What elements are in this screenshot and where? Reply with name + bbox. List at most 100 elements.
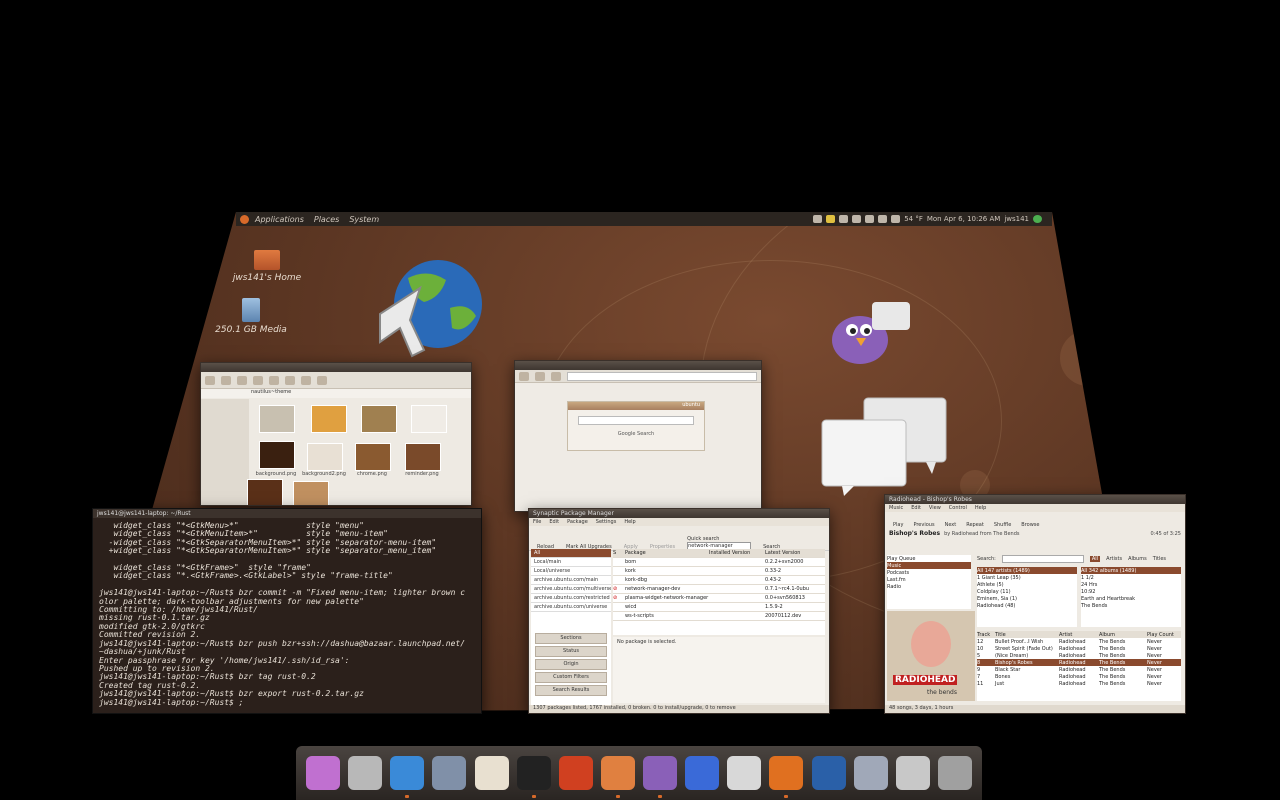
terminal-output[interactable]: widget_class "*<GtkMenu>*" style "menu" … [93, 518, 481, 711]
status-button[interactable]: Status [535, 646, 607, 657]
album-item[interactable]: The Bends [1081, 602, 1181, 609]
track-row[interactable]: 8 Bishop's Robes Radiohead The Bends Never [977, 659, 1181, 666]
next-button[interactable]: Next [945, 522, 957, 528]
sources-list[interactable]: All Local/main Local/universe archive.ub… [531, 549, 611, 705]
dock-web-browser-icon[interactable] [390, 756, 425, 798]
file-thumbnail[interactable] [247, 479, 283, 505]
source-item[interactable]: archive.ubuntu.com/multiverse [531, 585, 611, 594]
menu-package[interactable]: Package [567, 519, 588, 525]
clock[interactable]: Mon Apr 6, 10:26 AM [927, 215, 1000, 223]
computer-icon[interactable] [301, 375, 311, 385]
column-header[interactable]: Package [625, 550, 709, 556]
back-icon[interactable] [519, 371, 529, 381]
source-item[interactable]: archive.ubuntu.com/restricted [531, 594, 611, 603]
source-item[interactable]: Local/main [531, 558, 611, 567]
keyboard-icon[interactable] [813, 215, 823, 223]
terminal-title[interactable]: jws141@jws141-laptop: ~/Rust [93, 509, 481, 518]
browser-window[interactable]: ubuntu Google Search [514, 360, 762, 512]
album-item[interactable]: 1 1/2 [1081, 574, 1181, 581]
window-title[interactable]: Synaptic Package Manager [529, 509, 829, 518]
search-icon[interactable] [317, 375, 327, 385]
dock-pidgin-icon[interactable] [643, 756, 678, 798]
track-row[interactable]: 5 (Nice Dream) Radiohead The Bends Never [977, 652, 1181, 659]
forward-icon[interactable] [535, 371, 545, 381]
column-header[interactable]: Installed Version [709, 550, 765, 556]
library-list[interactable]: Play Queue Music Podcasts Last.fm Radio [887, 555, 971, 609]
library-item[interactable]: Play Queue [887, 555, 971, 562]
column-header[interactable]: Artist [1059, 632, 1099, 638]
bluetooth-icon[interactable] [865, 215, 875, 223]
track-row[interactable]: 7 Bones Radiohead The Bends Never [977, 673, 1181, 680]
url-bar[interactable] [567, 371, 757, 381]
search-input[interactable] [578, 416, 694, 425]
menu-places[interactable]: Places [314, 215, 339, 224]
dock-home-folder-icon[interactable] [600, 756, 635, 798]
places-sidebar[interactable] [201, 399, 249, 505]
dock-firefox-icon[interactable] [769, 756, 804, 798]
weather-temperature[interactable]: 54 °F [904, 215, 923, 223]
dock-package-manager-icon[interactable] [853, 756, 888, 790]
reload-icon[interactable] [551, 371, 561, 381]
menu-settings[interactable]: Settings [596, 519, 617, 525]
column-header[interactable]: Title [995, 632, 1059, 638]
search-results-button[interactable]: Search Results [535, 685, 607, 696]
menu-file[interactable]: File [533, 519, 541, 525]
menu-control[interactable]: Control [949, 505, 967, 511]
dock-system-settings-icon[interactable] [432, 756, 467, 790]
file-thumbnail[interactable] [311, 405, 347, 433]
file-browser-window[interactable]: nautilus~theme background.png background… [200, 362, 472, 506]
library-item[interactable]: Last.fm [887, 576, 971, 583]
notes-icon[interactable] [826, 215, 836, 223]
column-header[interactable]: Album [1099, 632, 1147, 638]
rhythmbox-window[interactable]: Radiohead - Bishop's Robes Music Edit Vi… [884, 494, 1186, 714]
stop-icon[interactable] [253, 375, 263, 385]
origin-button[interactable]: Origin [535, 659, 607, 670]
source-item[interactable]: Local/universe [531, 567, 611, 576]
album-item[interactable]: All 342 albums (1489) [1081, 567, 1181, 574]
column-header[interactable]: Play Count [1147, 632, 1174, 638]
album-browser[interactable]: All 342 albums (1489) 1 1/2 24 Hrs 10:92… [1081, 567, 1181, 627]
reload-icon[interactable] [269, 375, 279, 385]
window-titlebar[interactable] [515, 361, 761, 370]
dock-globe-icon[interactable] [811, 756, 846, 790]
file-thumbnail[interactable] [259, 441, 295, 469]
library-item[interactable]: Podcasts [887, 569, 971, 576]
menu-edit[interactable]: Edit [549, 519, 559, 525]
artist-browser[interactable]: All 147 artists (1489) 1 Giant Leap (35)… [977, 567, 1077, 627]
dock-clock-icon[interactable] [895, 756, 930, 790]
artist-item[interactable]: Radiohead (48) [977, 602, 1077, 609]
dock-gimp-icon[interactable] [558, 756, 593, 790]
package-list[interactable]: S Package Installed Version Latest Versi… [613, 549, 825, 635]
forward-icon[interactable] [221, 375, 231, 385]
filter-albums[interactable]: Albums [1128, 556, 1147, 562]
back-icon[interactable] [205, 375, 215, 385]
window-titlebar[interactable] [201, 363, 471, 372]
menu-edit[interactable]: Edit [911, 505, 921, 511]
sections-button[interactable]: Sections [535, 633, 607, 644]
dock-time-machine-icon[interactable] [348, 756, 383, 790]
file-thumbnail[interactable] [361, 405, 397, 433]
browse-button[interactable]: Browse [1021, 522, 1039, 528]
package-row[interactable]: ⊘ network-manager-dev 0.7.1~rc4.1-0ubu [613, 585, 825, 594]
search-button[interactable]: Google Search [568, 431, 704, 437]
terminal-window[interactable]: jws141@jws141-laptop: ~/Rust widget_clas… [92, 508, 482, 714]
package-row[interactable]: kork 0.33-2 [613, 567, 825, 576]
artist-item[interactable]: Athlete (5) [977, 581, 1077, 588]
status-icon[interactable] [1033, 215, 1042, 223]
track-row[interactable]: 9 Black Star Radiohead The Bends Never [977, 666, 1181, 673]
file-thumbnail[interactable] [259, 405, 295, 433]
source-item[interactable]: archive.ubuntu.com/main [531, 576, 611, 585]
dock-purple-pixie-icon[interactable] [306, 756, 341, 790]
chat-icon[interactable] [839, 215, 849, 223]
dock-document-icon[interactable] [727, 756, 762, 790]
filter-titles[interactable]: Titles [1153, 556, 1166, 562]
track-row[interactable]: 10 Street Spirit (Fade Out) Radiohead The B… [977, 645, 1181, 652]
album-item[interactable]: 10:92 [1081, 588, 1181, 595]
dock-banshee-icon[interactable] [685, 756, 720, 790]
repeat-button[interactable]: Repeat [966, 522, 984, 528]
ubuntu-logo-icon[interactable] [240, 214, 249, 224]
column-header[interactable]: Latest Version [765, 550, 821, 556]
file-thumbnail[interactable] [405, 443, 441, 471]
album-item[interactable]: Earth and Heartbreak [1081, 595, 1181, 602]
synaptic-window[interactable]: Synaptic Package Manager File Edit Packa… [528, 508, 830, 714]
